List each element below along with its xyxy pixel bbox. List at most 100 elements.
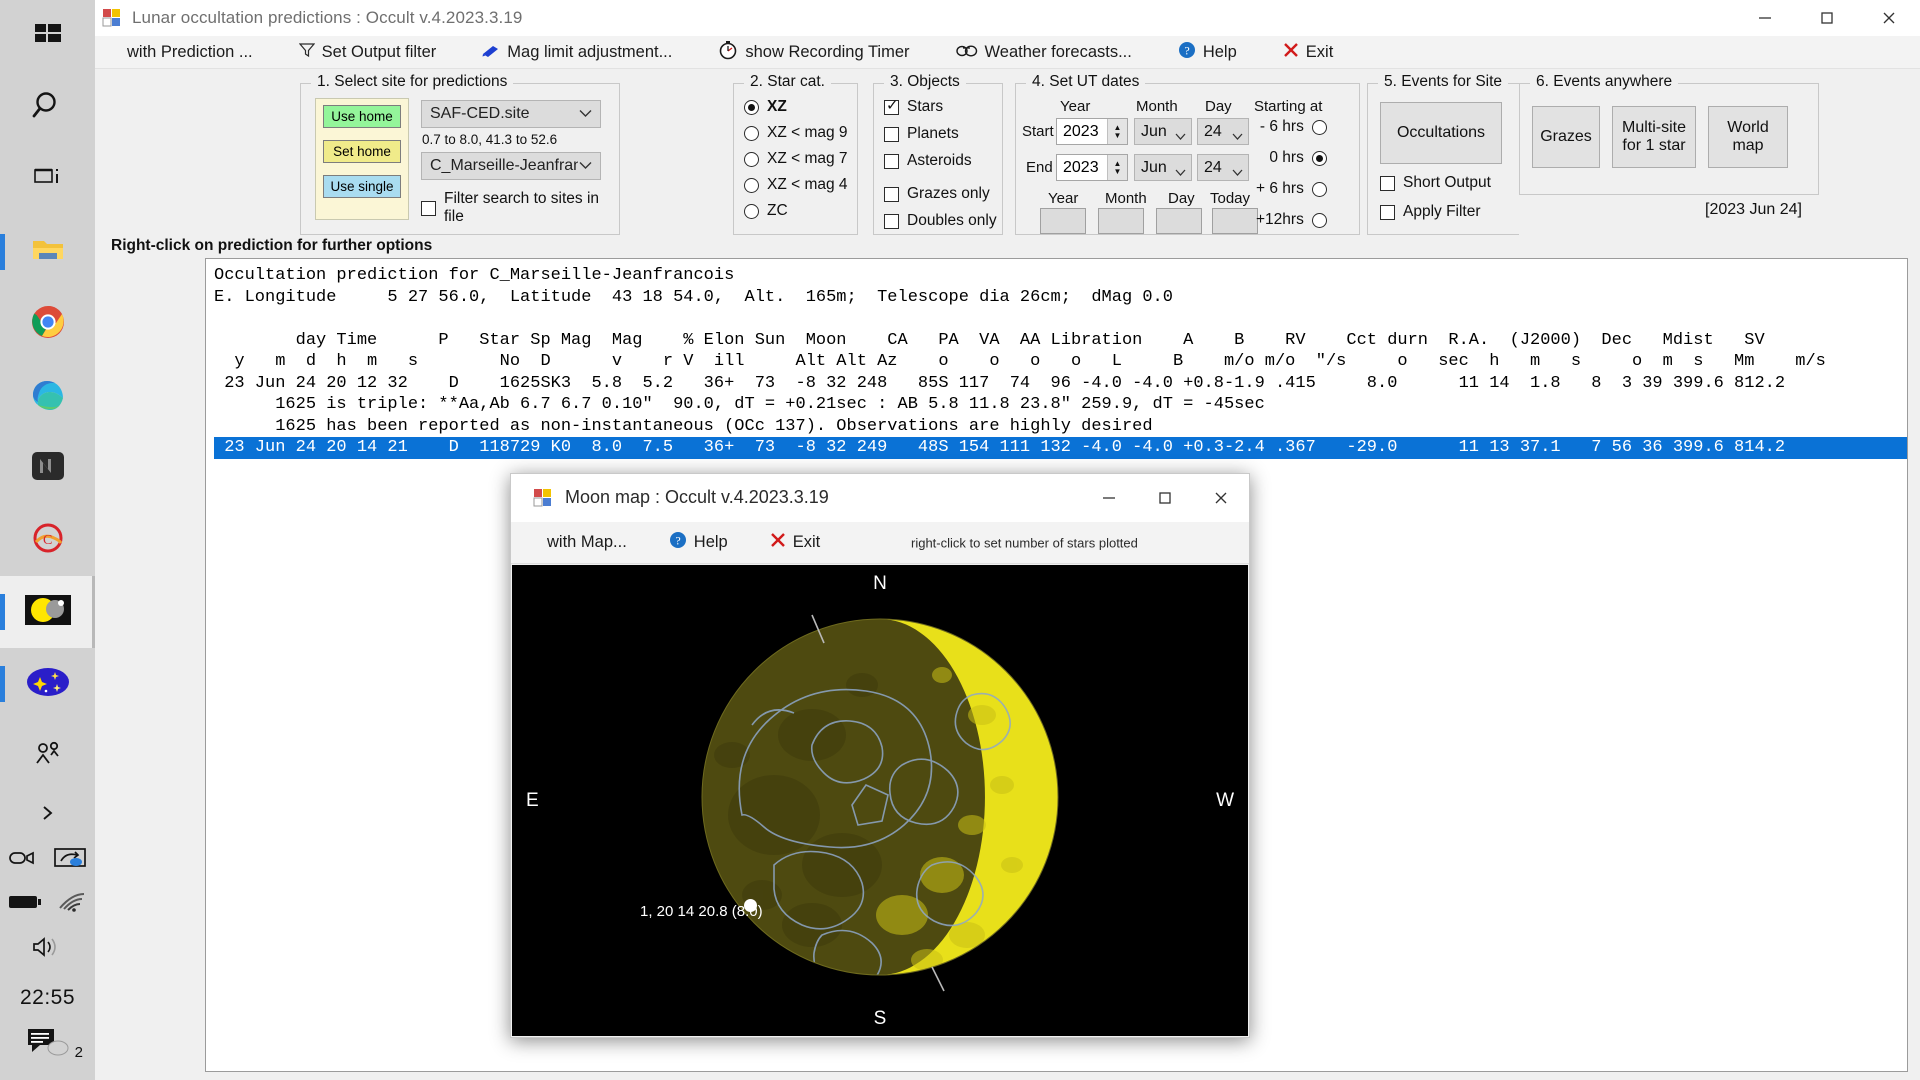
- menu-exit[interactable]: Exit: [1269, 39, 1348, 66]
- checkbox-asteroids[interactable]: [884, 154, 899, 169]
- maximize-button[interactable]: [1796, 0, 1858, 36]
- moon-menu-with-map[interactable]: with Map...: [537, 531, 637, 554]
- notifications-button[interactable]: 2: [0, 1020, 95, 1066]
- moon-map-canvas[interactable]: N S E W 1, 20 14 20.8 (8.0): [512, 565, 1248, 1036]
- menu-with-prediction[interactable]: with Prediction ...: [113, 40, 267, 65]
- chrome-button[interactable]: [0, 288, 95, 360]
- task-view-button[interactable]: [0, 144, 95, 216]
- apply-filter-row[interactable]: Apply Filter: [1380, 203, 1481, 221]
- prediction-output-text[interactable]: Occultation prediction for C_Marseille-J…: [206, 259, 1907, 459]
- grazes-button[interactable]: Grazes: [1532, 106, 1600, 168]
- menu-help[interactable]: ? Help: [1164, 38, 1251, 67]
- menu-set-output-filter[interactable]: Set Output filter: [285, 39, 451, 66]
- short-output-row[interactable]: Short Output: [1380, 174, 1491, 192]
- use-home-button[interactable]: Use home: [323, 105, 401, 128]
- objects-option-grazes-only[interactable]: Grazes only: [884, 185, 1002, 203]
- checkbox-apply-filter[interactable]: [1380, 205, 1395, 220]
- site-name-combo[interactable]: C_Marseille-Jeanfrancois: [421, 152, 601, 180]
- objects-option-planets[interactable]: Planets: [884, 125, 1002, 143]
- end-month-combo[interactable]: Jun: [1134, 154, 1192, 181]
- moon-menu-exit[interactable]: Exit: [760, 530, 831, 555]
- moon-map-title-bar[interactable]: Moon map : Occult v.4.2023.3.19: [511, 474, 1249, 522]
- offset-plus-6[interactable]: + 6 hrs: [1256, 180, 1327, 198]
- search-button[interactable]: [0, 72, 95, 144]
- starcat-option-xz[interactable]: XZ: [744, 98, 857, 116]
- checkbox-doubles-only[interactable]: [884, 214, 899, 229]
- filter-sites-checkbox-row[interactable]: Filter search to sites in file: [421, 190, 619, 226]
- starcat-option-xz-mag7[interactable]: XZ < mag 7: [744, 150, 857, 168]
- site-file-combo[interactable]: SAF-CED.site: [421, 100, 601, 128]
- minimize-button[interactable]: [1734, 0, 1796, 36]
- offset-zero[interactable]: 0 hrs: [1269, 149, 1326, 167]
- stars-app-button[interactable]: [0, 648, 95, 720]
- set-home-button[interactable]: Set home: [323, 140, 401, 163]
- starcat-option-xz-mag9[interactable]: XZ < mag 9: [744, 124, 857, 142]
- screencast-icon[interactable]: [53, 847, 87, 874]
- chevron-down-icon: [579, 105, 592, 123]
- today-button[interactable]: [1212, 208, 1258, 234]
- multisite-button[interactable]: Multi-site for 1 star: [1612, 106, 1696, 168]
- radio-xz-mag9[interactable]: [744, 126, 759, 141]
- edge-icon: [30, 376, 66, 417]
- edge-button[interactable]: [0, 360, 95, 432]
- moon-menu-help[interactable]: ? Help: [659, 529, 738, 556]
- objects-option-doubles-only[interactable]: Doubles only: [884, 212, 1002, 230]
- camera-icon[interactable]: [8, 848, 38, 873]
- end-day-combo[interactable]: 24: [1197, 154, 1249, 181]
- taskbar-clock[interactable]: 22:55: [20, 986, 75, 1010]
- file-explorer-button[interactable]: [0, 216, 95, 288]
- menu-mag-limit-adjustment[interactable]: Mag limit adjustment...: [468, 40, 686, 65]
- starcat-option-zc[interactable]: ZC: [744, 202, 857, 220]
- star-marker-dot[interactable]: [744, 899, 757, 912]
- month-blank-field[interactable]: [1098, 208, 1144, 234]
- nero-button[interactable]: [0, 432, 95, 504]
- volume-button[interactable]: [0, 926, 95, 972]
- menu-weather-forecasts[interactable]: Weather forecasts...: [942, 39, 1146, 66]
- start-month-combo[interactable]: Jun: [1134, 118, 1192, 145]
- radio-plus-6[interactable]: [1312, 182, 1327, 197]
- occult-button[interactable]: [0, 576, 95, 648]
- wifi-icon[interactable]: [57, 891, 87, 918]
- end-year-spinner[interactable]: 2023 ▲▼: [1056, 154, 1128, 181]
- filter-sites-checkbox[interactable]: [421, 201, 436, 216]
- output-row-2-selected[interactable]: 23 Jun 24 20 14 21 D 118729 K0 8.0 7.5 3…: [214, 437, 1907, 459]
- moon-map-close-button[interactable]: [1193, 474, 1249, 522]
- output-row-1[interactable]: 23 Jun 24 20 12 32 D 1625SK3 5.8 5.2 36+…: [214, 374, 1785, 393]
- start-year-stepper[interactable]: ▲▼: [1107, 119, 1127, 144]
- start-day-combo[interactable]: 24: [1197, 118, 1249, 145]
- start-button[interactable]: [0, 0, 95, 72]
- objects-option-stars[interactable]: Stars: [884, 98, 1002, 116]
- title-bar[interactable]: Lunar occultation predictions : Occult v…: [95, 0, 1920, 36]
- checkbox-grazes-only[interactable]: [884, 187, 899, 202]
- close-button[interactable]: [1858, 0, 1920, 36]
- day-blank-field[interactable]: [1156, 208, 1202, 234]
- moon-map-maximize-button[interactable]: [1137, 474, 1193, 522]
- radio-zc[interactable]: [744, 204, 759, 219]
- checkbox-stars[interactable]: [884, 100, 899, 115]
- radio-plus-12[interactable]: [1312, 213, 1327, 228]
- checkbox-short-output[interactable]: [1380, 176, 1395, 191]
- radio-xz-mag4[interactable]: [744, 178, 759, 193]
- occultations-button[interactable]: Occultations: [1380, 102, 1502, 164]
- starcat-option-xz-mag4[interactable]: XZ < mag 4: [744, 176, 857, 194]
- offset-minus-6[interactable]: - 6 hrs: [1260, 118, 1327, 136]
- start-year-spinner[interactable]: 2023 ▲▼: [1056, 118, 1128, 145]
- people-button[interactable]: [0, 720, 95, 792]
- moon-map-minimize-button[interactable]: [1081, 474, 1137, 522]
- audacity-button[interactable]: C: [0, 504, 95, 576]
- end-year-stepper[interactable]: ▲▼: [1107, 155, 1127, 180]
- radio-zero[interactable]: [1312, 151, 1327, 166]
- show-hidden-icons-button[interactable]: [0, 792, 95, 838]
- battery-icon[interactable]: [8, 893, 42, 916]
- objects-option-asteroids[interactable]: Asteroids: [884, 152, 1002, 170]
- offset-plus-12-label: +12hrs: [1256, 211, 1304, 229]
- menu-show-recording-timer[interactable]: show Recording Timer: [704, 37, 923, 68]
- offset-plus-12[interactable]: +12hrs: [1256, 211, 1327, 229]
- year-blank-field[interactable]: [1040, 208, 1086, 234]
- use-single-button[interactable]: Use single: [323, 175, 401, 198]
- checkbox-planets[interactable]: [884, 127, 899, 142]
- radio-minus-6[interactable]: [1312, 120, 1327, 135]
- world-map-button[interactable]: World map: [1708, 106, 1788, 168]
- radio-xz[interactable]: [744, 100, 759, 115]
- radio-xz-mag7[interactable]: [744, 152, 759, 167]
